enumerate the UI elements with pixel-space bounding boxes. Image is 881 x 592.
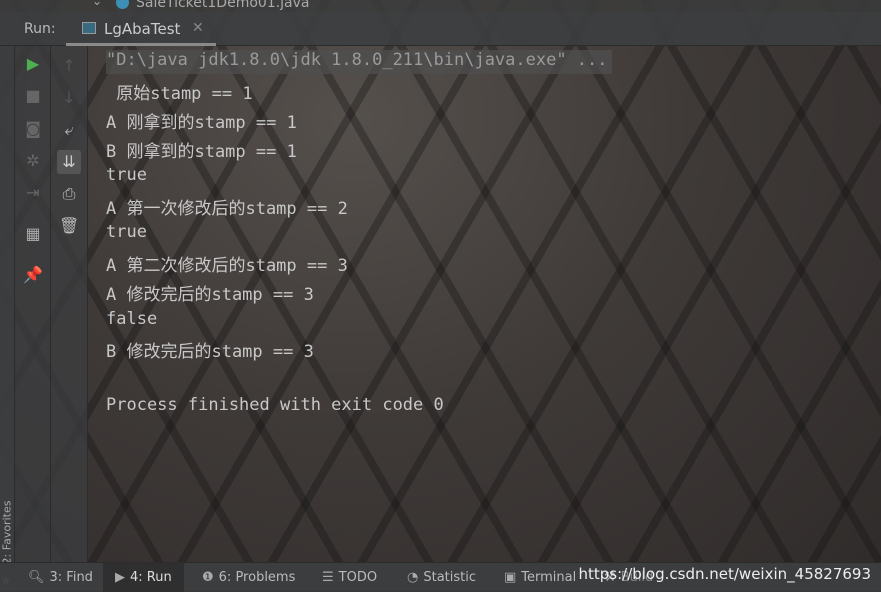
scroll-to-end-icon[interactable]: ⇊: [57, 150, 81, 174]
bottom-tool-bar: 🔍︎ 3: Find ▶ 4: Run ❶ 6: Problems ☰ TODO ◔ St…: [0, 562, 881, 592]
tab-problems[interactable]: ❶ 6: Problems: [196, 563, 301, 592]
close-icon[interactable]: ✕: [192, 20, 204, 36]
tab-find[interactable]: 🔍︎ 3: Find: [22, 563, 99, 592]
layout-icon[interactable]: ▦: [23, 224, 43, 244]
tab-run[interactable]: ▶ 4: Run: [103, 563, 184, 592]
tab-terminal[interactable]: ▣ Terminal: [498, 563, 582, 592]
chevron-down-icon: ⌄: [92, 0, 103, 8]
arrow-down-icon[interactable]: ↓: [59, 88, 79, 108]
search-icon: 🔍︎: [28, 570, 45, 585]
warning-icon: ❶: [202, 570, 214, 585]
run-toolbar: ▶ ■ ◙ ✲ ⇥ ▦ 📌: [15, 46, 51, 562]
console-line: A 第一次修改后的stamp == 2: [106, 199, 348, 219]
camera-icon[interactable]: ◙: [23, 119, 43, 139]
console-line: Process finished with exit code 0: [106, 395, 444, 415]
list-icon: ☰: [322, 570, 334, 585]
console-line: A 第二次修改后的stamp == 3: [106, 256, 348, 276]
tab-todo[interactable]: ☰ TODO: [316, 563, 383, 592]
pin-icon[interactable]: 📌: [23, 265, 43, 285]
java-class-icon: [116, 0, 129, 9]
tab-label: 4: Run: [130, 570, 172, 585]
tab-lgabatest[interactable]: LgAbaTest ✕: [66, 12, 216, 46]
play-icon: ▶: [115, 570, 125, 585]
console-line: "D:\java jdk1.8.0\jdk 1.8.0_211\bin\java…: [106, 50, 612, 74]
run-label: Run:: [24, 21, 56, 37]
console-toolbar: ↑ ↓ ⤶ ⇊ ⎙ 🗑: [51, 46, 88, 562]
console-icon: [82, 22, 96, 34]
print-icon[interactable]: ⎙: [59, 184, 79, 204]
tab-statistic[interactable]: ◔ Statistic: [401, 563, 482, 592]
watermark: https://blog.csdn.net/weixin_45827693: [578, 565, 871, 583]
console-line: A 刚拿到的stamp == 1: [106, 113, 297, 133]
tab-label: 6: Problems: [218, 570, 296, 585]
tab-label: Terminal: [521, 570, 577, 585]
terminal-icon: ▣: [504, 570, 517, 585]
rerun-icon[interactable]: ▶: [23, 54, 43, 74]
favorites-tab[interactable]: 2: Favorites: [0, 501, 13, 565]
console-line: true: [106, 222, 147, 242]
console-line: true: [106, 165, 147, 185]
run-toolwindow-header: Run: LgAbaTest ✕: [0, 12, 881, 46]
console-line: 原始stamp == 1: [106, 84, 253, 104]
tab-label: Statistic: [423, 570, 476, 585]
console-line: B 刚拿到的stamp == 1: [106, 142, 297, 162]
stop-icon[interactable]: ■: [23, 86, 43, 106]
file-name: SaleTicket1Demo01.java: [136, 0, 310, 11]
left-tool-strip: 2: Favorites ★: [0, 46, 15, 589]
console-line: false: [106, 309, 158, 329]
pie-icon: ◔: [407, 570, 419, 585]
tab-label: 3: Find: [49, 570, 93, 585]
gear-icon[interactable]: ✲: [23, 151, 43, 171]
tab-label: LgAbaTest: [104, 20, 181, 38]
exit-icon[interactable]: ⇥: [23, 183, 43, 203]
trash-icon[interactable]: 🗑: [59, 216, 79, 236]
tab-label: TODO: [338, 570, 378, 585]
soft-wrap-icon[interactable]: ⤶: [59, 120, 79, 140]
console-output[interactable]: "D:\java jdk1.8.0\jdk 1.8.0_211\bin\java…: [88, 46, 881, 562]
project-tree-row[interactable]: ⌄ SaleTicket1Demo01.java: [0, 0, 881, 12]
console-line: B 修改完后的stamp == 3: [106, 342, 314, 362]
console-line: A 修改完后的stamp == 3: [106, 285, 314, 305]
arrow-up-icon[interactable]: ↑: [59, 56, 79, 76]
